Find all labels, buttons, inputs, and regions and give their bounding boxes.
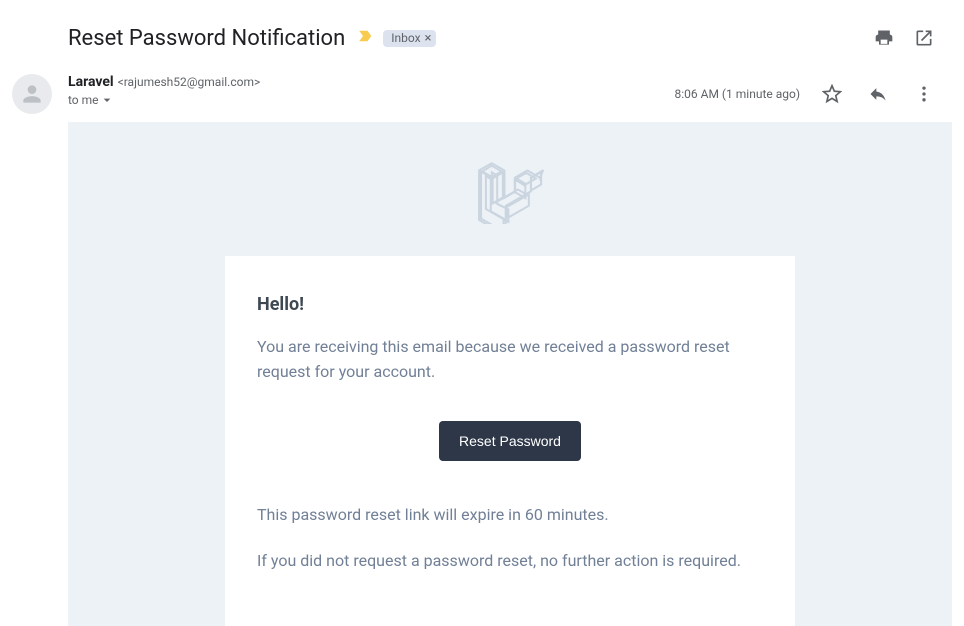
reply-icon[interactable] bbox=[858, 74, 898, 114]
to-text: to me bbox=[68, 93, 99, 107]
intro-text: You are receiving this email because we … bbox=[257, 335, 763, 385]
reset-password-button[interactable]: Reset Password bbox=[439, 421, 581, 461]
label-text: Inbox bbox=[391, 31, 420, 45]
expire-text: This password reset link will expire in … bbox=[257, 503, 763, 528]
laravel-logo-icon bbox=[68, 146, 952, 256]
avatar[interactable] bbox=[12, 74, 52, 114]
star-icon[interactable] bbox=[812, 74, 852, 114]
timestamp: 8:06 AM (1 minute ago) bbox=[675, 87, 800, 101]
sender-info: Laravel <rajumesh52@gmail.com> to me bbox=[68, 74, 675, 108]
more-icon[interactable] bbox=[904, 74, 944, 114]
close-icon[interactable]: × bbox=[425, 31, 432, 46]
open-new-window-icon[interactable] bbox=[904, 18, 944, 58]
important-marker-icon[interactable] bbox=[357, 27, 375, 49]
recipient-dropdown[interactable]: to me bbox=[68, 92, 675, 108]
email-subject: Reset Password Notification bbox=[68, 26, 345, 51]
ignore-text: If you did not request a password reset,… bbox=[257, 549, 763, 574]
inbox-label-chip[interactable]: Inbox × bbox=[383, 30, 435, 47]
sender-email: <rajumesh52@gmail.com> bbox=[118, 75, 261, 89]
greeting: Hello! bbox=[257, 294, 763, 315]
email-body-container: Hello! You are receiving this email beca… bbox=[68, 122, 952, 626]
chevron-down-icon bbox=[99, 92, 115, 108]
print-icon[interactable] bbox=[864, 18, 904, 58]
email-meta-row: Laravel <rajumesh52@gmail.com> to me 8:0… bbox=[0, 70, 964, 114]
sender-name: Laravel bbox=[68, 74, 114, 90]
email-header: Reset Password Notification Inbox × bbox=[0, 0, 964, 70]
email-card: Hello! You are receiving this email beca… bbox=[225, 256, 795, 626]
